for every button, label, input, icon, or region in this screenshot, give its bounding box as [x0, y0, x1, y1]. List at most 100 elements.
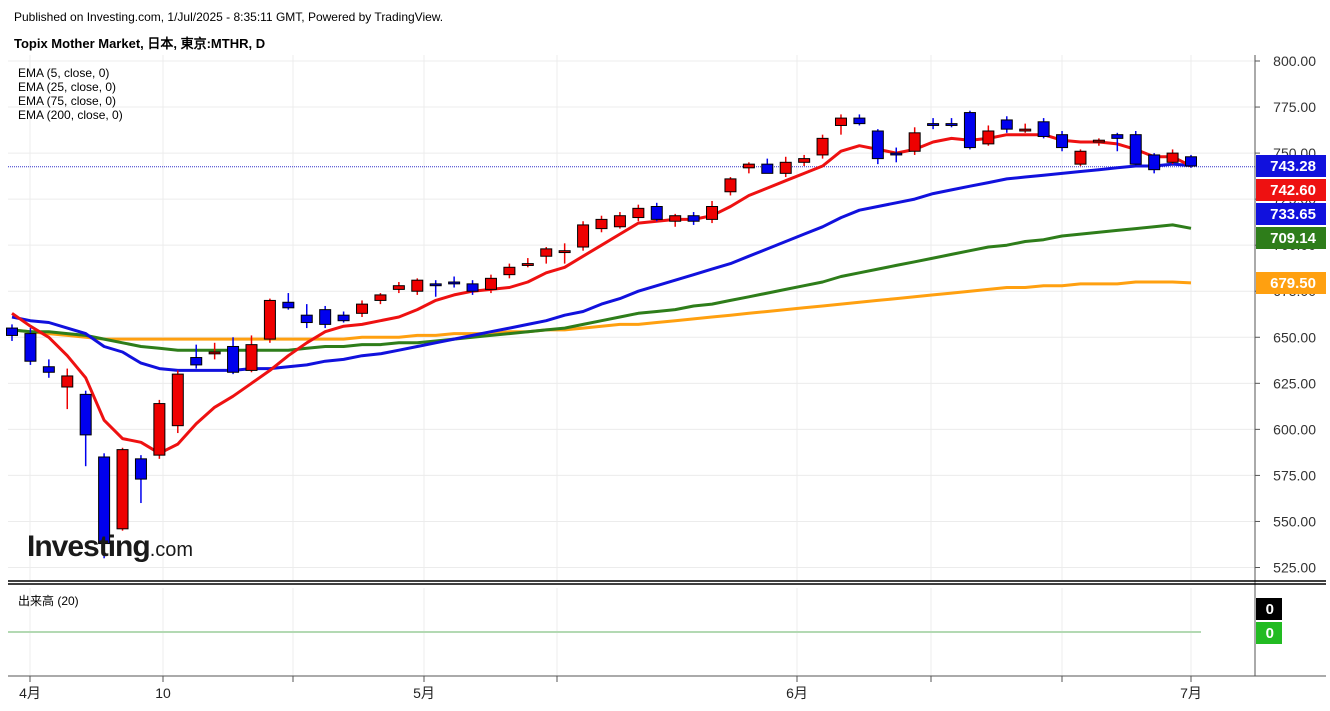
candle-body	[908, 132, 921, 152]
y-tick-label: 525.00	[1273, 560, 1316, 576]
candle-body	[982, 130, 995, 145]
candle-body	[61, 375, 74, 388]
y-tick-label: 600.00	[1273, 421, 1316, 437]
y-tick-label: 550.00	[1273, 513, 1316, 529]
candle-body	[227, 345, 240, 373]
price-tag-label: 709.14	[1270, 230, 1317, 247]
candle-body	[337, 314, 350, 322]
legend-ema5: EMA (5, close, 0)	[18, 66, 110, 80]
candle-body	[392, 285, 405, 290]
candle-body	[577, 224, 590, 248]
candle-body	[540, 248, 553, 257]
price-tag-label: 733.65	[1270, 206, 1316, 223]
candle-body	[503, 266, 516, 276]
candle-body	[890, 152, 903, 156]
candle-body	[650, 206, 663, 220]
candle-body	[24, 333, 37, 362]
candle-body	[927, 123, 940, 126]
x-tick-label: 6月	[786, 685, 808, 701]
y-tick-label: 650.00	[1273, 329, 1316, 345]
candle-body	[300, 314, 313, 324]
candle-body	[595, 218, 608, 230]
candle-body	[6, 327, 18, 336]
price-tag-label: 743.28	[1270, 158, 1316, 175]
candle-body	[79, 393, 92, 436]
candle-body	[687, 215, 700, 222]
y-tick-label: 575.00	[1273, 467, 1316, 483]
legend-ema75: EMA (75, close, 0)	[18, 94, 117, 108]
x-tick-label: 7月	[1180, 685, 1202, 701]
candle-body	[1166, 152, 1179, 163]
price-tags: 743.28 742.60 733.65 709.14 679.50	[1256, 155, 1326, 294]
candle-body	[742, 163, 755, 169]
y-tick-label: 800.00	[1273, 53, 1316, 69]
candle-body	[1000, 119, 1013, 130]
price-tag-label: 742.60	[1270, 182, 1316, 199]
candle-body	[153, 403, 166, 456]
y-axis: 800.00775.00750.00725.00700.00675.00650.…	[1255, 53, 1316, 576]
candle-body	[448, 281, 461, 285]
candle-body	[1056, 134, 1069, 149]
candle-body	[558, 250, 571, 254]
logo-suffix: .com	[149, 539, 194, 561]
volume-tag-label: 0	[1266, 601, 1274, 618]
candle-body	[134, 458, 147, 480]
candle-body	[116, 449, 129, 530]
candle-body	[1148, 154, 1161, 171]
candle-body	[429, 283, 442, 287]
candle-body	[761, 163, 774, 174]
candle-body	[945, 123, 958, 126]
x-tick-label: 5月	[413, 685, 435, 701]
candle-body	[245, 344, 258, 371]
legend-ema200: EMA (200, close, 0)	[18, 108, 123, 122]
candle-body	[816, 137, 829, 156]
candle-body	[871, 130, 884, 160]
x-tick-label: 4月	[19, 685, 41, 701]
volume-label: 出来高 (20)	[18, 594, 79, 608]
volume-tag-label: 0	[1266, 625, 1274, 642]
price-tag-label: 679.50	[1270, 275, 1316, 292]
candle-body	[834, 117, 847, 126]
investing-logo: Investing.com	[27, 530, 193, 564]
candle-body	[1111, 134, 1124, 139]
candle-body	[190, 357, 203, 366]
candle-body	[779, 161, 792, 174]
candle-body	[521, 263, 534, 266]
ema-line-0	[11, 133, 1192, 455]
candle-body	[171, 373, 184, 427]
candle-body	[613, 215, 626, 228]
candle-body	[42, 366, 55, 373]
x-axis: 4月 10 5月 6月 7月	[19, 676, 1202, 701]
candle-body	[484, 277, 497, 290]
candle-body	[1185, 156, 1197, 167]
candle-body	[466, 283, 479, 292]
candle-body	[669, 215, 682, 222]
y-tick-label: 775.00	[1273, 99, 1316, 115]
candle-body	[319, 309, 332, 325]
candle-body	[798, 158, 811, 163]
ema-legend: EMA (5, close, 0) EMA (25, close, 0) EMA…	[18, 66, 123, 122]
candle-body	[1092, 139, 1105, 143]
candle-body	[411, 279, 424, 292]
price-chart[interactable]: 800.00775.00750.00725.00700.00675.00650.…	[0, 0, 1330, 711]
candle-body	[263, 299, 276, 340]
legend-ema25: EMA (25, close, 0)	[18, 80, 117, 94]
x-tick-label: 10	[155, 685, 171, 701]
y-tick-label: 625.00	[1273, 375, 1316, 391]
candle-body	[1129, 134, 1142, 165]
candle-body	[208, 351, 221, 355]
candle-body	[853, 117, 866, 125]
candle-body	[1019, 128, 1032, 132]
logo-brand: Investing	[27, 530, 151, 563]
candle-body	[963, 112, 976, 149]
candle-body	[724, 178, 737, 193]
candle-body	[1037, 121, 1050, 138]
candle-body	[1074, 150, 1087, 165]
grid	[8, 55, 1255, 676]
candle-body	[706, 206, 719, 220]
ema-lines	[11, 133, 1192, 455]
candle-body	[632, 207, 645, 219]
ema-line-3	[11, 280, 1192, 341]
candle-body	[374, 294, 387, 301]
candle-body	[282, 301, 295, 309]
